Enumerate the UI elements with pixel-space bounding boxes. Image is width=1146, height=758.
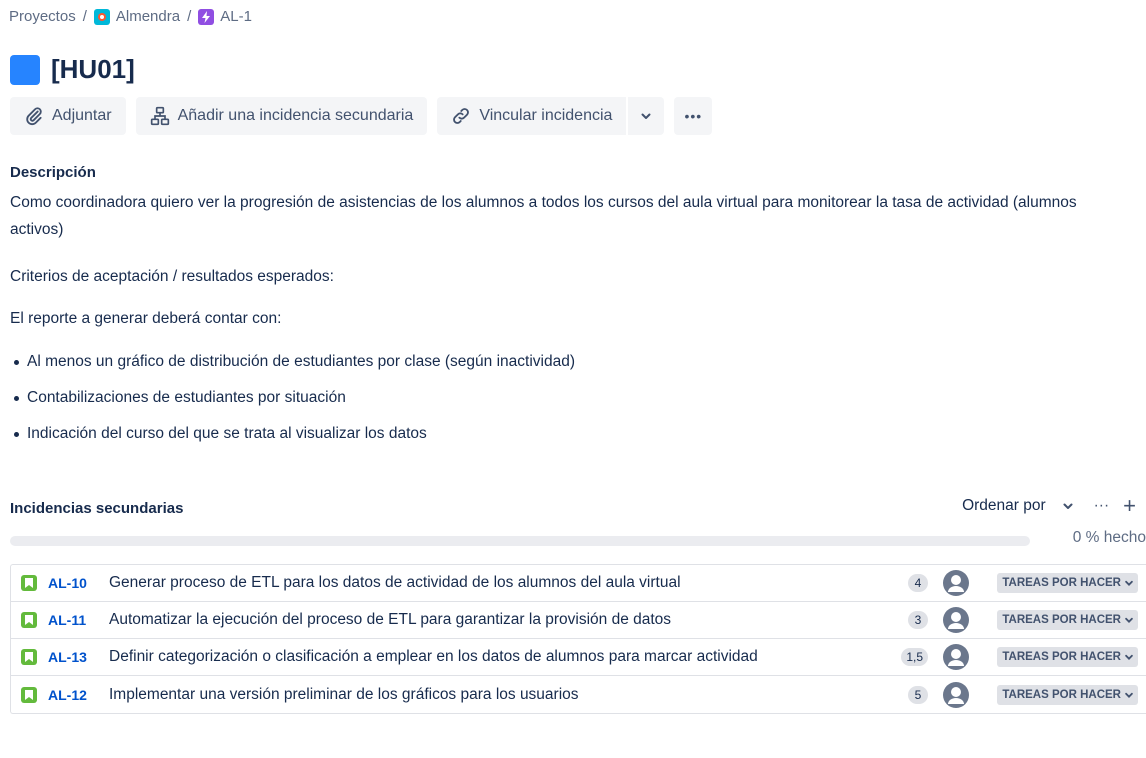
- status-dropdown[interactable]: TAREAS POR HACER: [997, 610, 1138, 630]
- status-label: TAREAS POR HACER: [1002, 688, 1121, 701]
- status-label: TAREAS POR HACER: [1002, 577, 1121, 589]
- issue-view: Proyectos / Almendra / AL-1 [HU01] Adjun…: [0, 0, 1146, 758]
- attach-label: Adjuntar: [52, 107, 112, 124]
- add-child-issue-label: Añadir una incidencia secundaria: [177, 107, 414, 124]
- epic-icon: [198, 8, 215, 25]
- hierarchy-icon: [150, 106, 169, 126]
- child-issues-actions: Ordenar por ··· +: [962, 495, 1136, 517]
- unassigned-avatar-icon[interactable]: [941, 680, 971, 710]
- description-label: Descripción: [10, 164, 96, 181]
- sort-by-label: Ordenar por: [962, 497, 1046, 514]
- breadcrumb-project-label: Almendra: [115, 8, 181, 25]
- issue-key-link[interactable]: AL-10: [48, 575, 87, 591]
- bullet-text: Contabilizaciones de estudiantes por sit…: [27, 389, 346, 406]
- link-issue-dropdown-button[interactable]: [628, 97, 665, 135]
- breadcrumb-projects[interactable]: Proyectos: [9, 8, 76, 25]
- bullet-dot-icon: [14, 359, 19, 365]
- chevron-down-icon: [641, 113, 651, 119]
- project-avatar-icon: [93, 8, 110, 25]
- status-dropdown[interactable]: TAREAS POR HACER: [997, 573, 1138, 593]
- story-icon: [21, 686, 37, 703]
- child-issue-row[interactable]: AL-10 Generar proceso de ETL para los da…: [11, 565, 1146, 602]
- bullet-dot-icon: [14, 431, 19, 437]
- story-icon: [21, 575, 37, 591]
- chevron-down-icon: [1125, 580, 1133, 586]
- story-points-badge: 1,5: [901, 648, 928, 666]
- chevron-down-icon: [1125, 692, 1133, 698]
- issue-key-link[interactable]: AL-12: [48, 687, 87, 703]
- story-points-badge: 4: [908, 574, 928, 592]
- issue-toolbar: Adjuntar Añadir una incidencia secundari…: [10, 97, 713, 135]
- child-issues-more-button[interactable]: ···: [1094, 497, 1110, 515]
- child-issues-progress-bar: [10, 536, 1030, 546]
- issue-title-row: [HU01]: [10, 54, 135, 85]
- description-paragraph[interactable]: El reporte a generar deberá contar con:: [10, 305, 1120, 332]
- story-points-badge: 5: [908, 685, 928, 704]
- link-icon: [453, 108, 470, 124]
- sort-by-button[interactable]: Ordenar por: [962, 497, 1074, 515]
- issue-summary-link[interactable]: Definir categorización o clasificación a…: [109, 648, 758, 666]
- link-issue-label: Vincular incidencia: [479, 107, 613, 124]
- chevron-down-icon: [1063, 503, 1073, 509]
- child-issue-row[interactable]: AL-13 Definir categorización o clasifica…: [11, 639, 1146, 676]
- bullet-text: Al menos un gráfico de distribución de e…: [27, 353, 575, 370]
- status-label: TAREAS POR HACER: [1002, 651, 1121, 663]
- child-issues-list: AL-10 Generar proceso de ETL para los da…: [10, 564, 1146, 714]
- story-points-badge: 3: [908, 611, 928, 629]
- add-child-issue-button[interactable]: Añadir una incidencia secundaria: [135, 97, 428, 135]
- paperclip-icon: [26, 107, 42, 126]
- unassigned-avatar-icon[interactable]: [941, 605, 971, 635]
- child-issue-row[interactable]: AL-11 Automatizar la ejecución del proce…: [11, 602, 1146, 639]
- breadcrumb-separator: /: [82, 8, 87, 25]
- attach-button[interactable]: Adjuntar: [10, 97, 126, 135]
- chevron-down-icon: [1125, 654, 1133, 660]
- chevron-down-icon: [1125, 617, 1133, 623]
- unassigned-avatar-icon[interactable]: [941, 642, 971, 672]
- story-icon: [21, 649, 37, 665]
- more-icon: •••: [684, 108, 703, 124]
- description-paragraph[interactable]: Como coordinadora quiero ver la progresi…: [10, 189, 1120, 243]
- issue-summary-link[interactable]: Implementar una versión preliminar de lo…: [109, 686, 579, 704]
- issue-summary-link[interactable]: Generar proceso de ETL para los datos de…: [109, 574, 681, 592]
- status-dropdown[interactable]: TAREAS POR HACER: [997, 647, 1138, 667]
- issue-key-link[interactable]: AL-13: [48, 649, 87, 665]
- breadcrumb-separator: /: [187, 8, 192, 25]
- breadcrumb-project[interactable]: Almendra: [93, 8, 181, 25]
- progress-done-text: 0 % hecho: [1072, 529, 1146, 546]
- bullet-text: Indicación del curso del que se trata al…: [27, 425, 427, 442]
- bullet-dot-icon: [14, 395, 19, 401]
- issue-summary-link[interactable]: Automatizar la ejecución del proceso de …: [109, 611, 671, 629]
- issue-title[interactable]: [HU01]: [51, 54, 135, 85]
- child-issue-row[interactable]: AL-12 Implementar una versión preliminar…: [11, 676, 1146, 713]
- more-actions-button[interactable]: •••: [674, 97, 713, 135]
- bullet-item: Contabilizaciones de estudiantes por sit…: [10, 380, 575, 416]
- issue-key-link[interactable]: AL-11: [48, 612, 86, 628]
- story-icon: [21, 612, 37, 628]
- add-child-issue-plus-button[interactable]: +: [1123, 495, 1136, 517]
- bullet-item: Al menos un gráfico de distribución de e…: [10, 344, 575, 380]
- description-bullet-list: Al menos un gráfico de distribución de e…: [10, 344, 575, 452]
- status-label: TAREAS POR HACER: [1002, 614, 1121, 626]
- issue-color-swatch: [10, 54, 40, 85]
- link-issue-button[interactable]: Vincular incidencia: [437, 97, 627, 135]
- description-paragraph[interactable]: Criterios de aceptación / resultados esp…: [10, 263, 1120, 290]
- child-issues-label: Incidencias secundarias: [10, 500, 184, 517]
- unassigned-avatar-icon[interactable]: [941, 568, 971, 598]
- breadcrumb-issue-label: AL-1: [220, 8, 252, 25]
- status-dropdown[interactable]: TAREAS POR HACER: [997, 684, 1138, 705]
- breadcrumb-issue[interactable]: AL-1: [198, 8, 252, 25]
- breadcrumb: Proyectos / Almendra / AL-1: [9, 8, 252, 25]
- bullet-item: Indicación del curso del que se trata al…: [10, 416, 575, 452]
